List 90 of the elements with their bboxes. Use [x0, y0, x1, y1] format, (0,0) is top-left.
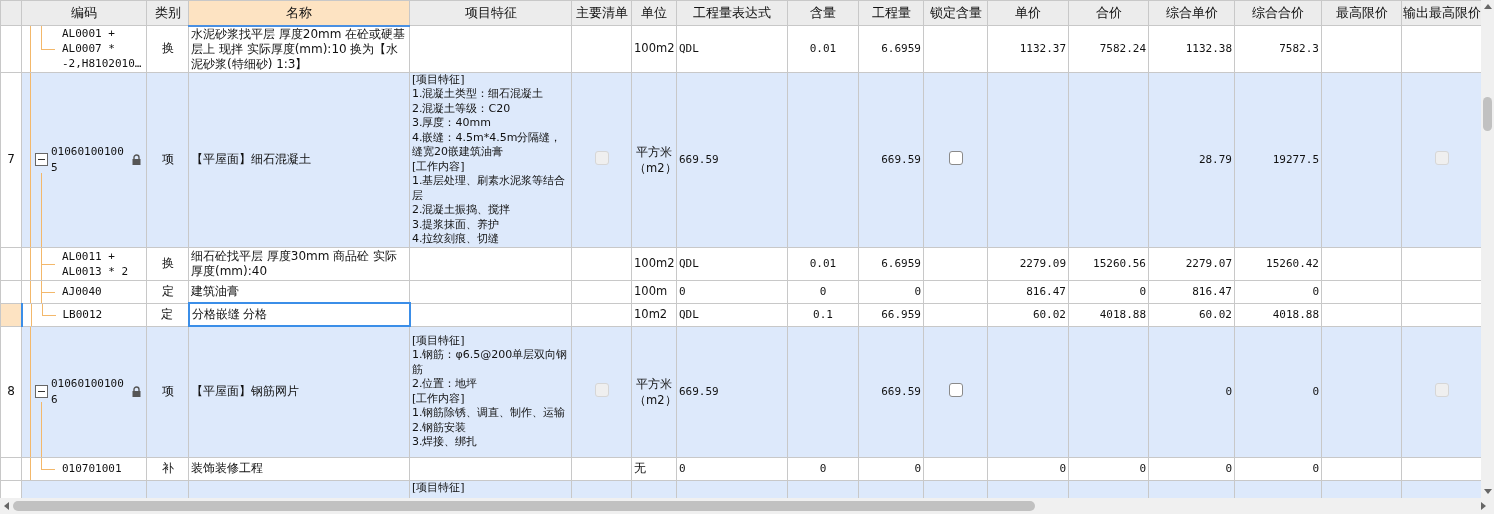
table-cell: 669.59	[881, 153, 921, 166]
table-cell: 0.01	[809, 257, 837, 270]
scroll-thumb[interactable]	[13, 501, 1035, 511]
table-cell: 0.01	[809, 42, 837, 56]
item-code: AL0001 + AL0007 * -2,H8102010…	[62, 27, 142, 71]
scroll-left-icon[interactable]	[4, 502, 9, 510]
table-cell: 【平屋面】细石混凝土	[191, 152, 311, 166]
table-cell: 100m2	[634, 256, 675, 270]
table-cell: 15260.56	[1093, 257, 1146, 270]
table-cell: 0	[914, 285, 921, 298]
scroll-thumb[interactable]	[1483, 97, 1492, 131]
table-cell: 66.959	[881, 308, 921, 321]
table-cell: 4018.88	[1272, 308, 1319, 321]
table-cell: 7582.24	[1099, 42, 1146, 56]
table-cell: 0	[819, 462, 827, 475]
item-code: AL0011 + AL0013 * 2	[62, 249, 129, 278]
table-cell: 水泥砂浆找平层 厚度20mm 在砼或硬基层上 现拌 实际厚度(mm):10 换为【水泥砂浆(特细砂) 1:3】	[191, 26, 406, 71]
table-cell: 0	[679, 462, 686, 475]
table-cell: 816.47	[1192, 285, 1232, 298]
table-cell: 60.02	[1198, 308, 1232, 321]
table-cell: 项	[161, 152, 174, 166]
table-cell: 15260.42	[1266, 257, 1319, 270]
table-cell: 7582.3	[1279, 42, 1319, 56]
row-number: 8	[7, 384, 15, 398]
table-cell: 2279.09	[1019, 257, 1066, 270]
table-cell: 669.59	[679, 153, 719, 166]
table-cell: 定	[161, 307, 174, 321]
feature-text: [项目特征] 1.钢筋：φ6.5@200单层双向钢筋 2.位置：地坪 [工作内容] 1.钢筋除锈、调直、制作、运输 2.钢筋安装 3.焊接、绑扎	[412, 333, 569, 450]
table-cell: 定	[161, 284, 174, 298]
table-cell: 0	[1225, 385, 1232, 398]
table-cell: 0	[1312, 385, 1319, 398]
table-cell: 装饰装修工程	[191, 461, 263, 475]
table-cell: 0	[679, 285, 686, 298]
table-cell: 100m	[634, 284, 668, 298]
table-cell: 669.59	[881, 385, 921, 398]
column-header[interactable]: 单价	[1015, 5, 1041, 21]
item-code: 010601001005	[51, 143, 125, 176]
table-cell: 60.02	[1032, 308, 1066, 321]
collapse-toggle[interactable]	[35, 385, 48, 398]
table-cell: 0	[1225, 462, 1232, 475]
item-code: 010601001006	[51, 375, 125, 408]
table-cell: 0	[1139, 285, 1146, 298]
item-code: AJ0040	[62, 285, 102, 298]
vertical-scrollbar[interactable]	[1481, 0, 1494, 498]
table-cell: 6.6959	[881, 42, 921, 56]
table-cell: 0	[914, 462, 921, 475]
table-cell: 10m2	[634, 307, 668, 321]
table-cell: 0	[819, 285, 827, 298]
table-cell: 816.47	[1026, 285, 1066, 298]
table-cell: 19277.5	[1272, 153, 1319, 166]
table-cell: 4018.88	[1099, 308, 1146, 321]
table-cell: 0	[1312, 462, 1319, 475]
table-cell: QDL	[679, 257, 699, 270]
column-header[interactable]: 编码	[71, 5, 97, 21]
table-cell: 2279.07	[1185, 257, 1232, 270]
table-cell: QDL	[679, 42, 699, 56]
horizontal-scrollbar[interactable]	[0, 498, 1494, 514]
table-cell: 0	[1139, 462, 1146, 475]
table-cell: 0	[1059, 462, 1066, 475]
scroll-up-icon[interactable]	[1483, 4, 1492, 9]
table-cell: 0.1	[813, 308, 833, 321]
item-code: 010701001	[62, 462, 122, 475]
table-cell: 28.79	[1198, 153, 1232, 166]
row-number: 7	[7, 152, 15, 166]
table-cell: 平方米（m2）	[634, 144, 677, 175]
table-cell: 换	[161, 256, 174, 270]
table-cell: 100m2	[634, 41, 675, 56]
table-cell: QDL	[679, 308, 699, 321]
table-cell: 1132.38	[1185, 42, 1232, 56]
collapse-toggle[interactable]	[35, 153, 48, 166]
table-cell: 669.59	[679, 385, 719, 398]
scroll-right-icon[interactable]	[1481, 502, 1486, 510]
table-cell: 细石砼找平层 厚度30mm 商品砼 实际厚度(mm):40	[191, 248, 398, 278]
checkbox[interactable]	[948, 150, 963, 165]
feature-text: [项目特征] 1.混凝土类型：细石混凝土 2.混凝土等级：C20 3.厚度：40mm 4.嵌缝：4.5m*4.5m分隔缝，缝宽20嵌建筑油膏 [工作内容] 1.基层处理、刷素水泥浆等结合层 2.混凝土振捣、搅拌 3.提浆抹面、养护 4.拉纹刻痕、切缝	[412, 72, 567, 247]
table-cell: 项	[161, 384, 174, 398]
checkbox[interactable]	[948, 382, 963, 397]
column-header[interactable]: 名称	[286, 5, 312, 20]
table-cell: 建筑油膏	[191, 283, 239, 298]
table-cell: 0	[1312, 285, 1319, 298]
scroll-down-icon[interactable]	[1483, 489, 1492, 494]
table-cell: 平方米（m2）	[634, 376, 677, 407]
table-cell: 【平屋面】钢筋网片	[191, 384, 299, 399]
table-cell: 1132.37	[1019, 42, 1066, 56]
table-cell: 补	[161, 461, 174, 475]
table-cell: 无	[634, 461, 646, 475]
table-cell: 6.6959	[881, 257, 921, 270]
feature-text: [项目特征]	[412, 480, 466, 495]
item-code: LB0012	[62, 308, 103, 321]
table-cell: 换	[161, 41, 174, 56]
